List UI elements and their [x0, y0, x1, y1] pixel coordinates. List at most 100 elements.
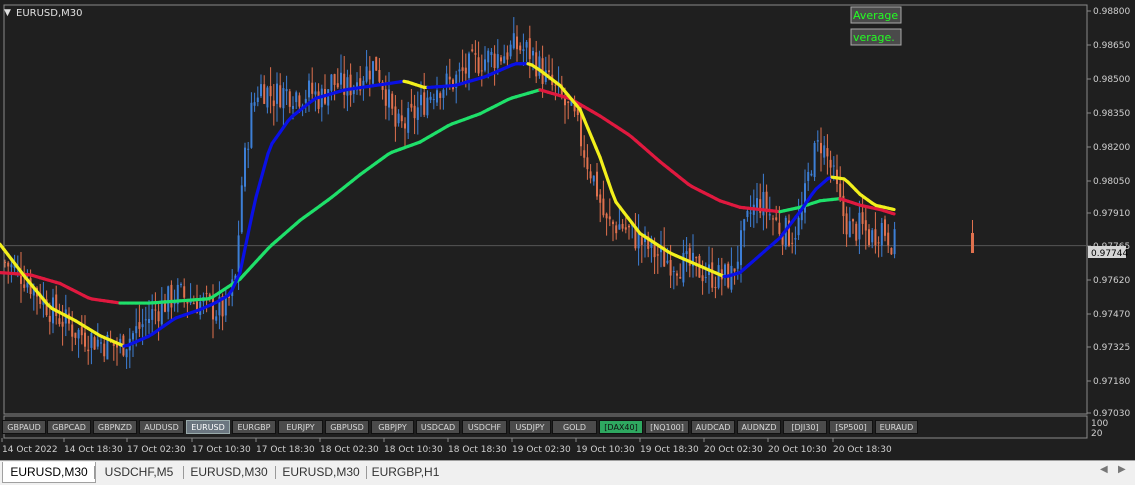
time-tick-label: 19 Oct 10:30: [576, 445, 635, 455]
indicator-button-2[interactable]: verage.: [851, 29, 901, 45]
candle-body: [433, 99, 435, 100]
candle-body: [609, 216, 611, 219]
candle-body: [314, 91, 316, 94]
candle-body: [414, 106, 416, 118]
candle-body: [151, 309, 153, 320]
symbol-button-audcad[interactable]: AUDCAD: [691, 420, 735, 434]
symbol-button-nq100[interactable]: [NQ100]: [645, 420, 689, 434]
candle-body: [417, 107, 419, 120]
candle-body: [94, 337, 96, 349]
candle-body: [810, 174, 812, 176]
candle-body: [583, 150, 585, 158]
candle-body: [62, 322, 64, 327]
candle-body: [638, 233, 640, 249]
candle-body: [142, 324, 144, 327]
candle-body: [606, 214, 608, 219]
price-tick-label: 0.98650: [1093, 41, 1130, 51]
price-tick-label: 0.98350: [1093, 109, 1130, 119]
candle-body: [327, 89, 329, 105]
candle-body: [404, 123, 406, 128]
candle-body: [87, 350, 89, 351]
candle-body: [506, 52, 508, 59]
candle-body: [103, 344, 105, 357]
candle-body: [378, 70, 380, 82]
symbol-button-audnzd[interactable]: AUDNZD: [737, 420, 781, 434]
symbol-button-gold[interactable]: GOLD: [552, 420, 597, 434]
candle-body: [743, 219, 745, 230]
symbol-button-usdjpy[interactable]: USDJPY: [509, 420, 551, 434]
candle-body: [206, 293, 208, 294]
candle-body: [529, 38, 531, 59]
tab-scroll-right-icon[interactable]: ▶: [1118, 464, 1126, 475]
symbol-button-gbpusd[interactable]: GBPUSD: [325, 420, 369, 434]
candle-body: [705, 277, 707, 278]
candle-body: [423, 92, 425, 114]
candle-body: [881, 223, 883, 246]
chart-tab[interactable]: EURUSD,M30: [185, 462, 273, 482]
candle-body: [154, 310, 156, 311]
candle-body: [599, 194, 601, 202]
candle-body: [394, 106, 396, 126]
candle-body: [884, 219, 886, 235]
candle-body: [279, 85, 281, 107]
symbol-button-eurjpy[interactable]: EURJPY: [278, 420, 323, 434]
candle-body: [145, 319, 147, 320]
symbol-button-audusd[interactable]: AUDUSD: [139, 420, 184, 434]
candle-body: [439, 93, 441, 98]
time-tick-label: 19 Oct 18:30: [640, 445, 699, 455]
chart-tab[interactable]: USDCHF,M5: [96, 462, 182, 482]
candle-body: [734, 268, 736, 271]
symbol-button-euraud[interactable]: EURAUD: [875, 420, 918, 434]
symbol-button-eurgbp[interactable]: EURGBP: [232, 420, 276, 434]
symbol-button-gbpjpy[interactable]: GBPJPY: [371, 420, 414, 434]
candle-body: [510, 45, 512, 57]
candle-body: [852, 219, 854, 221]
symbol-button-usdchf[interactable]: USDCHF: [462, 420, 507, 434]
chart-tab[interactable]: EURUSD,M30: [2, 462, 96, 483]
tab-scroll-left-icon[interactable]: ◀: [1100, 464, 1108, 475]
candle-body: [878, 242, 880, 243]
symbol-button-eurusd[interactable]: EURUSD: [186, 420, 230, 434]
candle-body: [244, 148, 246, 187]
candle-body: [666, 261, 668, 263]
candle-body: [158, 311, 160, 321]
candle-body: [78, 330, 80, 339]
time-tick-label: 14 Oct 2022: [2, 445, 58, 455]
indicator-button-1[interactable]: Average: [851, 7, 901, 23]
symbol-button-gbpnzd[interactable]: GBPNZD: [93, 420, 137, 434]
symbol-button-gbpcad[interactable]: GBPCAD: [47, 420, 91, 434]
candle-body: [695, 257, 697, 258]
candle-body: [311, 83, 313, 94]
symbol-button-dax40[interactable]: [DAX40]: [599, 420, 643, 434]
candle-body: [135, 326, 137, 333]
symbol-button-sp500[interactable]: [SP500]: [829, 420, 873, 434]
symbol-button-usdcad[interactable]: USDCAD: [416, 420, 460, 434]
candle-body: [814, 143, 816, 177]
candle-body: [71, 325, 73, 337]
candle-body: [615, 225, 617, 233]
triangle-down-icon[interactable]: ▼: [4, 8, 11, 18]
price-tick-label: 0.97030: [1093, 409, 1130, 419]
candle-body: [183, 286, 185, 297]
candle-body: [148, 319, 150, 323]
price-tick-label: 0.97620: [1093, 276, 1130, 286]
candle-body: [375, 57, 377, 71]
candle-body: [839, 184, 841, 197]
candle-body: [436, 90, 438, 102]
candle-body: [449, 77, 451, 80]
chart-tab[interactable]: EURUSD,M30: [277, 462, 365, 482]
symbol-button-gbpaud[interactable]: GBPAUD: [2, 420, 46, 434]
chart-tab[interactable]: EURGBP,H1: [368, 462, 443, 482]
candle-body: [798, 218, 800, 235]
candle-body: [401, 115, 403, 121]
time-tick-label: 17 Oct 10:30: [192, 445, 251, 455]
chart-canvas[interactable]: ▼ EURUSD,M30 0.988000.986500.985000.9835…: [0, 0, 1135, 460]
tab-separator: [183, 466, 184, 479]
symbol-button-dji30[interactable]: [DJI30]: [783, 420, 827, 434]
candle-body: [132, 333, 134, 339]
pending-bar: [971, 233, 974, 253]
price-tick-label: 0.97470: [1093, 310, 1130, 320]
candle-body: [711, 262, 713, 287]
candle-body: [794, 238, 796, 240]
candle-body: [442, 90, 444, 98]
